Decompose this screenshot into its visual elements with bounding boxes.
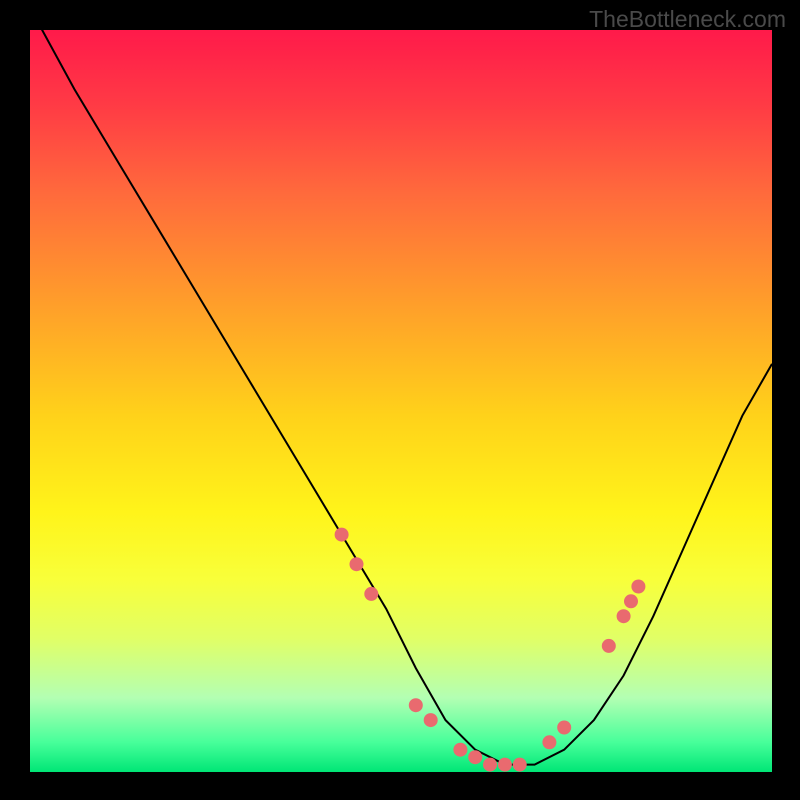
marker-point	[624, 594, 638, 608]
marker-point	[424, 713, 438, 727]
bottleneck-curve	[30, 30, 772, 765]
marker-point	[335, 528, 349, 542]
chart-svg	[30, 30, 772, 772]
marker-point	[468, 750, 482, 764]
marker-point	[350, 557, 364, 571]
plot-area	[30, 30, 772, 772]
marker-point	[498, 758, 512, 772]
marker-point	[483, 758, 497, 772]
marker-point	[602, 639, 616, 653]
marker-point	[557, 721, 571, 735]
marker-point	[617, 609, 631, 623]
curve-markers	[335, 528, 646, 772]
marker-point	[453, 743, 467, 757]
marker-point	[631, 580, 645, 594]
marker-point	[542, 735, 556, 749]
marker-point	[364, 587, 378, 601]
marker-point	[513, 758, 527, 772]
marker-point	[409, 698, 423, 712]
watermark-text: TheBottleneck.com	[589, 6, 786, 33]
